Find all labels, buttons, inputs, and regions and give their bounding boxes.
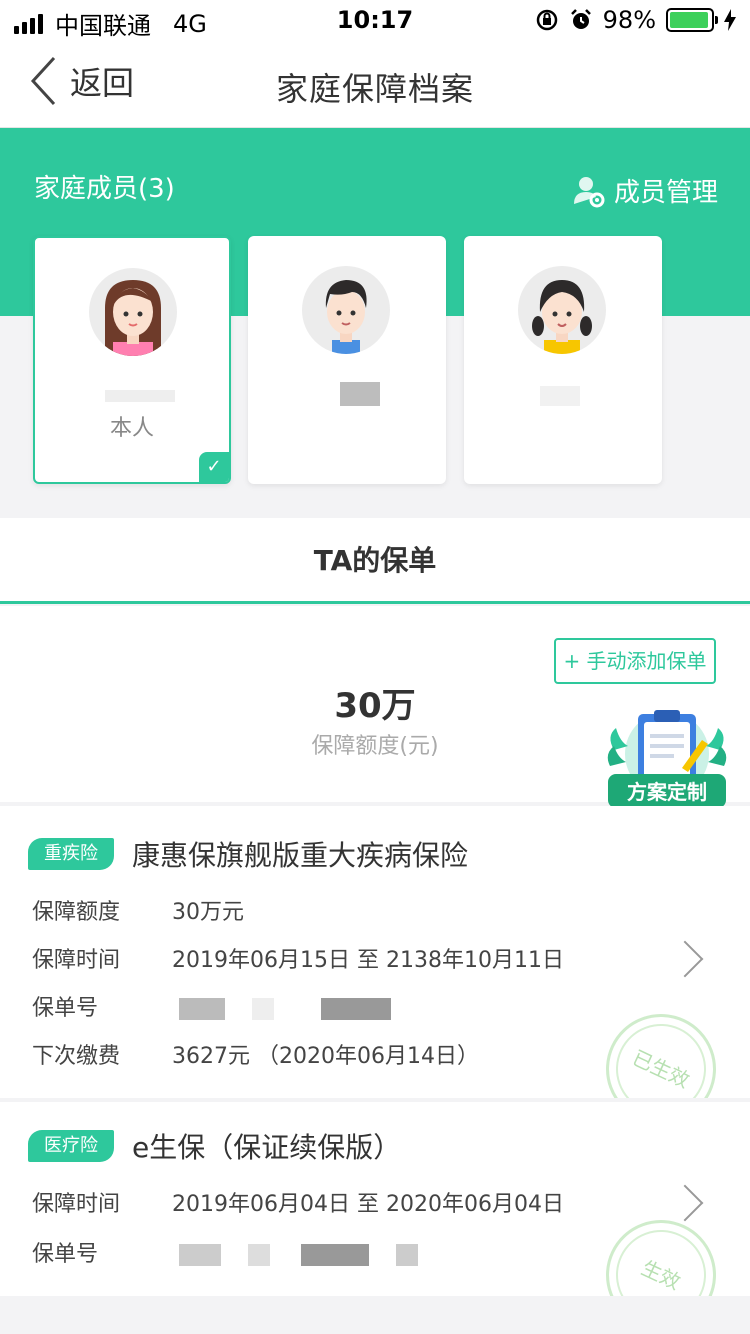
policy-number-blurred (179, 998, 225, 1020)
member-name-blurred (340, 382, 380, 406)
policy-row: 保单号 (32, 1236, 418, 1268)
effective-stamp: 已生效 (587, 995, 735, 1098)
charging-icon (724, 9, 736, 31)
chevron-right-icon[interactable] (666, 1184, 704, 1222)
policy-row-value: 3627元 （2020年06月14日） (172, 1044, 479, 1069)
man-avatar-icon (302, 266, 390, 354)
policy-row-key: 保障额度 (32, 900, 121, 925)
policy-row-value: 2019年06月15日 至 2138年10月11日 (172, 948, 564, 973)
status-bar: 中国联通 4G 10:17 98% (0, 0, 750, 42)
member-card-3[interactable] (464, 236, 662, 484)
tab-label: TA的保单 (313, 544, 437, 577)
bottom-spacer (0, 1296, 750, 1334)
policy-row-key: 保单号 (32, 1242, 99, 1267)
policy-type-tag: 医疗险 (28, 1130, 114, 1162)
member-name-blurred (105, 390, 175, 402)
policy-row: 保障时间 2019年06月04日 至 2020年06月04日 (32, 1186, 564, 1218)
policy-number-blurred (252, 998, 274, 1020)
plan-customize-badge[interactable]: 方案定制 (604, 706, 730, 818)
policy-row-key: 保障时间 (32, 1192, 121, 1217)
member-manage-button[interactable]: 成员管理 (572, 172, 718, 209)
policy-row-key: 保单号 (32, 996, 99, 1021)
policy-row: 保障额度 30万元 (32, 894, 244, 926)
policy-name: 康惠保旗舰版重大疾病保险 (132, 839, 469, 872)
policy-number-blurred (321, 998, 391, 1020)
alarm-icon (570, 9, 591, 29)
member-name-blurred (540, 386, 580, 406)
tab-ta-policies[interactable]: TA的保单 (0, 518, 750, 604)
page-title: 家庭保障档案 (275, 70, 474, 108)
nav-bar: 返回 家庭保障档案 (0, 42, 750, 128)
member-card-self[interactable]: 本人 ✓ (33, 236, 231, 484)
battery-percent: 98% (602, 6, 656, 34)
status-right: 98% (535, 6, 736, 34)
member-card-2[interactable] (248, 236, 446, 484)
policy-row: 保单号 (32, 990, 391, 1022)
plan-badge-label: 方案定制 (627, 780, 707, 804)
chevron-right-icon[interactable] (666, 940, 704, 978)
member-role: 本人 (109, 416, 154, 441)
family-members-title: 家庭成员(3) (34, 174, 175, 204)
policy-number-blurred (179, 1244, 221, 1266)
user-settings-icon (573, 176, 605, 207)
policy-row-key: 保障时间 (32, 948, 121, 973)
policy-name: e生保（保证续保版） (132, 1131, 402, 1164)
policy-number-blurred (248, 1244, 270, 1266)
policy-type-tag: 重疾险 (28, 838, 114, 870)
policy-row: 下次缴费 3627元 （2020年06月14日） (32, 1038, 479, 1070)
policy-number-blurred (396, 1244, 418, 1266)
policy-row: 保障时间 2019年06月15日 至 2138年10月11日 (32, 942, 564, 974)
policy-row-value: 30万元 (172, 900, 244, 925)
member-manage-label: 成员管理 (613, 178, 718, 208)
orientation-lock-icon (536, 9, 557, 31)
effective-stamp: 生效 (587, 1201, 735, 1296)
policy-number-blurred (301, 1244, 369, 1266)
woman-avatar-icon (89, 268, 177, 356)
girl-avatar-icon (518, 266, 606, 354)
check-icon: ✓ (199, 452, 229, 482)
policy-card[interactable]: 重疾险 康惠保旗舰版重大疾病保险 保障额度 30万元 保障时间 2019年06月15… (0, 806, 750, 1098)
policy-card[interactable]: 医疗险 e生保（保证续保版） 保障时间 2019年06月04日 至 2020年06… (0, 1102, 750, 1296)
policy-row-key: 下次缴费 (32, 1044, 121, 1069)
policy-row-value: 2019年06月04日 至 2020年06月04日 (172, 1192, 564, 1217)
battery-icon (666, 8, 718, 32)
